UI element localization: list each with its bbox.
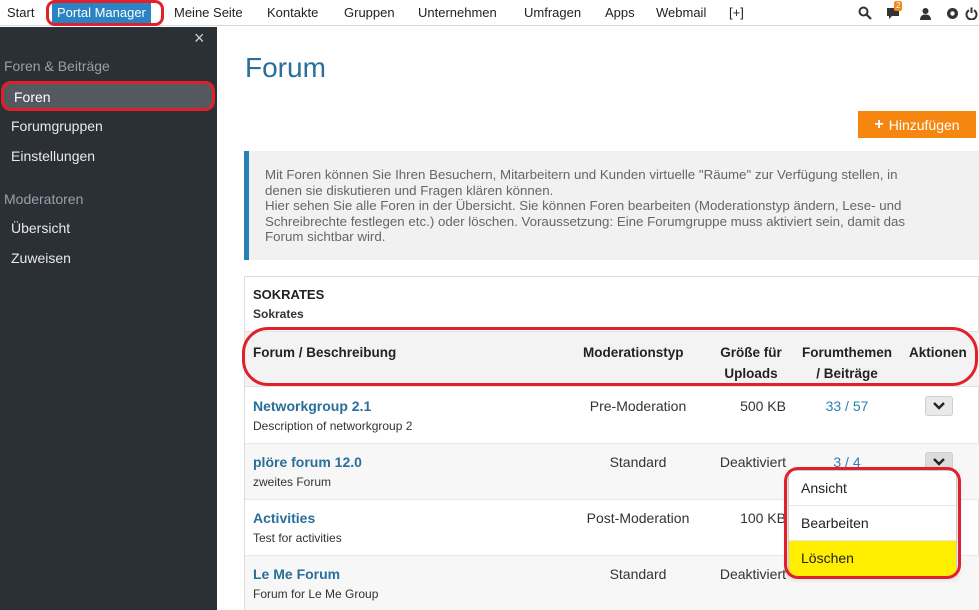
upload-size: 100 KB bbox=[740, 510, 786, 526]
upload-size: Deaktiviert bbox=[719, 454, 786, 470]
nav-apps[interactable]: Apps bbox=[605, 5, 635, 20]
table-header: Forum / Beschreibung Moderationstyp Größ… bbox=[245, 331, 979, 387]
message-count-badge: 2 bbox=[894, 1, 903, 11]
menu-item-bearbeiten[interactable]: Bearbeiten bbox=[789, 506, 956, 541]
sidebar: × Foren & Beiträge Foren Forumgruppen Ei… bbox=[0, 27, 217, 610]
topic-post-count-link[interactable]: 3 / 4 bbox=[805, 454, 889, 470]
actions-dropdown-button[interactable] bbox=[925, 452, 953, 472]
forum-description: Forum for Le Me Group bbox=[253, 587, 379, 601]
nav-add-more[interactable]: [+] bbox=[729, 5, 744, 20]
info-line: Forum sichtbar wird. bbox=[265, 229, 386, 244]
forum-name-link[interactable]: Le Me Forum bbox=[253, 566, 340, 582]
globe-icon[interactable] bbox=[943, 4, 961, 22]
nav-portal-manager[interactable]: Portal Manager bbox=[52, 2, 151, 23]
upload-size: 500 KB bbox=[740, 398, 786, 414]
sidebar-item-zuweisen[interactable]: Zuweisen bbox=[11, 250, 71, 266]
nav-kontakte[interactable]: Kontakte bbox=[267, 5, 318, 20]
col-header-size-line1: Größe für bbox=[720, 345, 782, 360]
close-icon[interactable]: × bbox=[194, 28, 205, 49]
table-row: Networkgroup 2.1 Description of networkg… bbox=[245, 388, 979, 444]
sidebar-item-uebersicht[interactable]: Übersicht bbox=[11, 220, 70, 236]
forum-name-link[interactable]: Networkgroup 2.1 bbox=[253, 398, 371, 414]
info-box: Mit Foren können Sie Ihren Besuchern, Mi… bbox=[244, 151, 979, 260]
nav-gruppen[interactable]: Gruppen bbox=[344, 5, 395, 20]
moderation-type: Pre-Moderation bbox=[589, 398, 687, 414]
add-button-label: Hinzufügen bbox=[888, 116, 960, 133]
sidebar-item-einstellungen[interactable]: Einstellungen bbox=[11, 148, 95, 164]
group-subtitle: Sokrates bbox=[253, 307, 304, 321]
sidebar-section-moderatoren: Moderatoren bbox=[4, 191, 84, 207]
col-header-topics-line2: / Beiträge bbox=[816, 366, 878, 381]
menu-item-loeschen[interactable]: Löschen bbox=[789, 541, 956, 576]
group-title: SOKRATES bbox=[253, 287, 325, 302]
moderation-type: Post-Moderation bbox=[586, 510, 690, 526]
nav-meine-seite[interactable]: Meine Seite bbox=[174, 5, 243, 20]
nav-unternehmen[interactable]: Unternehmen bbox=[418, 5, 497, 20]
col-header-moderation: Moderationstyp bbox=[583, 345, 684, 360]
info-line: denen sie diskutieren und Fragen klären … bbox=[265, 182, 554, 198]
col-header-forum: Forum / Beschreibung bbox=[253, 345, 397, 360]
sidebar-section-foren-beitraege: Foren & Beiträge bbox=[4, 58, 110, 74]
col-header-size-line2: Uploads bbox=[724, 366, 778, 381]
moderation-type: Standard bbox=[609, 454, 667, 470]
sidebar-item-foren[interactable]: Foren bbox=[1, 81, 215, 111]
upload-size: Deaktiviert bbox=[719, 566, 786, 582]
col-header-size: Größe für Uploads bbox=[715, 342, 787, 384]
sidebar-item-forumgruppen[interactable]: Forumgruppen bbox=[11, 118, 103, 134]
nav-webmail[interactable]: Webmail bbox=[656, 5, 706, 20]
col-header-topics: Forumthemen / Beiträge bbox=[796, 342, 898, 384]
add-forum-button[interactable]: + Hinzufügen bbox=[858, 111, 976, 138]
col-header-topics-line1: Forumthemen bbox=[801, 345, 892, 360]
chevron-down-icon bbox=[933, 402, 945, 410]
info-line: Schreibrechte festlegen etc.) oder lösch… bbox=[265, 213, 906, 229]
forum-description: Description of networkgroup 2 bbox=[253, 419, 413, 433]
forum-description: zweites Forum bbox=[253, 475, 332, 489]
chevron-down-icon bbox=[933, 458, 945, 466]
user-icon[interactable] bbox=[916, 4, 934, 22]
info-line: Hier sehen Sie alle Foren in der Übersic… bbox=[265, 198, 902, 213]
forum-name-link[interactable]: Activities bbox=[253, 510, 315, 526]
top-navigation: Start Portal Manager Meine Seite Kontakt… bbox=[0, 0, 979, 26]
forum-description: Test for activities bbox=[253, 531, 342, 545]
menu-item-ansicht[interactable]: Ansicht bbox=[789, 471, 956, 506]
forum-name-link[interactable]: plöre forum 12.0 bbox=[253, 454, 362, 470]
chat-icon[interactable]: 2 bbox=[884, 1, 903, 22]
info-line: Mit Foren können Sie Ihren Besuchern, Mi… bbox=[265, 167, 898, 182]
moderation-type: Standard bbox=[609, 566, 667, 582]
actions-dropdown-button[interactable] bbox=[925, 396, 953, 416]
nav-start[interactable]: Start bbox=[7, 5, 34, 20]
nav-umfragen[interactable]: Umfragen bbox=[524, 5, 581, 20]
col-header-actions: Aktionen bbox=[909, 345, 967, 360]
plus-icon: + bbox=[874, 115, 884, 133]
page-title: Forum bbox=[245, 52, 326, 83]
power-icon[interactable] bbox=[962, 4, 979, 22]
actions-menu: Ansicht Bearbeiten Löschen bbox=[788, 470, 957, 576]
topic-post-count-link[interactable]: 33 / 57 bbox=[805, 398, 889, 414]
search-icon[interactable] bbox=[856, 4, 874, 22]
